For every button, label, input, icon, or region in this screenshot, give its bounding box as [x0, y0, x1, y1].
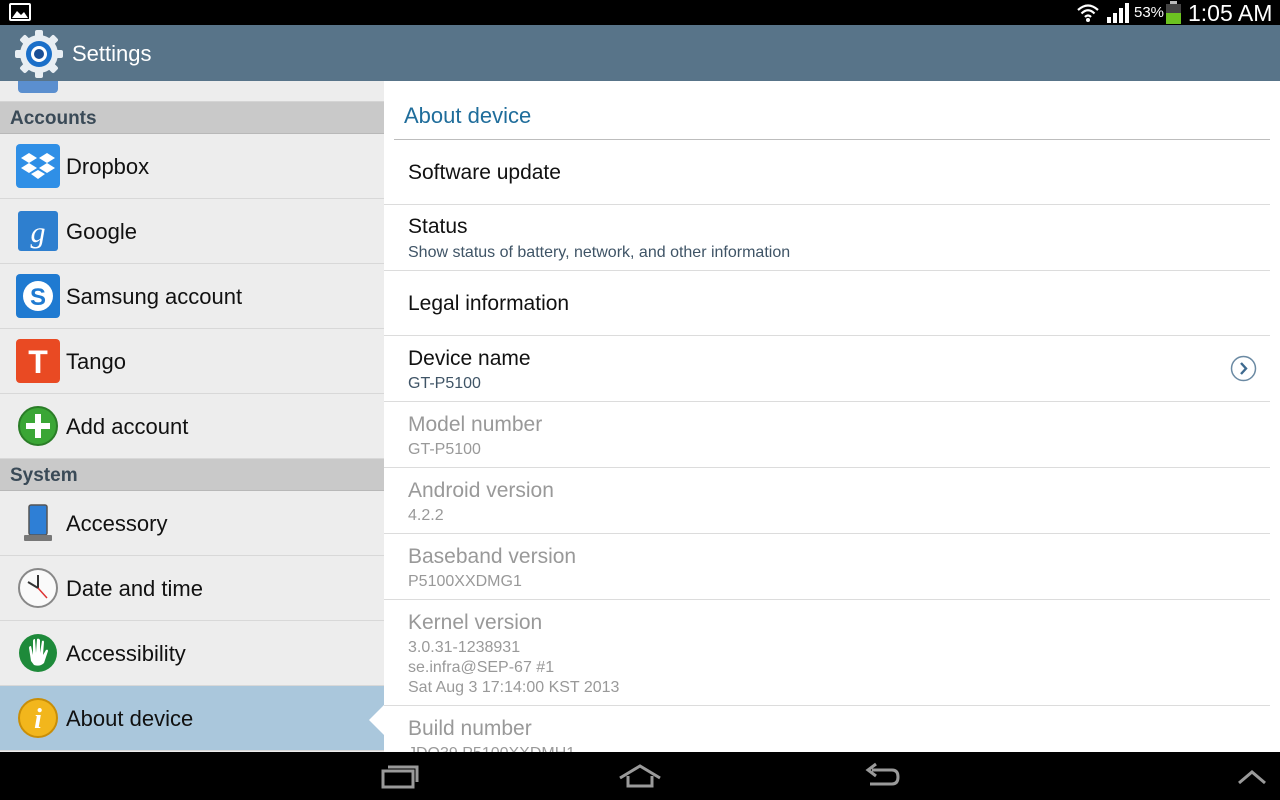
item-title: Kernel version: [408, 611, 543, 634]
item-summary: JDQ39.P5100XXDMH1: [408, 744, 575, 752]
gallery-icon: [9, 3, 31, 21]
back-icon[interactable]: [862, 762, 902, 790]
about-device-panel: About device Software update Status Show…: [384, 81, 1280, 752]
sidebar-item-add-account[interactable]: Add account: [0, 394, 384, 459]
sidebar-item-label: Samsung account: [66, 284, 243, 309]
samsung-account-icon: S: [16, 274, 60, 318]
item-summary: 4.2.2: [408, 507, 444, 524]
device-name-item[interactable]: Device name GT-P5100: [384, 336, 1270, 402]
software-update-item[interactable]: Software update: [384, 140, 1270, 205]
item-title: Device name: [408, 347, 531, 370]
build-number-item[interactable]: Build number JDQ39.P5100XXDMH1: [384, 706, 1270, 752]
hand-icon: [19, 634, 57, 672]
status-bar: 53% 1:05 AM: [0, 0, 1280, 26]
item-summary-line-1: 3.0.31-1238931: [408, 639, 521, 656]
section-header-accounts: Accounts: [0, 102, 384, 134]
sidebar-item-accessibility[interactable]: Accessibility: [0, 621, 384, 686]
item-summary: P5100XXDMG1: [408, 573, 522, 590]
sidebar-item-dropbox[interactable]: Dropbox: [0, 134, 384, 199]
battery-icon: [1166, 1, 1181, 24]
tango-icon: T: [16, 339, 60, 383]
accessory-icon: [24, 504, 52, 541]
dropbox-icon: [16, 144, 60, 188]
sidebar-item-label: Accessibility: [66, 641, 186, 666]
action-bar: Settings: [0, 25, 1280, 81]
item-summary: GT-P5100: [408, 375, 481, 392]
kernel-version-item: Kernel version 3.0.31-1238931 se.infra@S…: [384, 600, 1270, 706]
chevron-right-icon[interactable]: [1230, 355, 1257, 382]
add-icon: [18, 406, 58, 446]
sidebar-item-about-device[interactable]: i About device: [0, 686, 384, 751]
google-icon: g: [18, 211, 58, 251]
list-item-partial[interactable]: [0, 81, 384, 102]
info-icon: i: [18, 698, 58, 738]
app-title: Settings: [72, 41, 152, 66]
signal-icon: [1107, 3, 1129, 23]
item-title: Android version: [408, 479, 554, 502]
status-item[interactable]: Status Show status of battery, network, …: [384, 205, 1270, 271]
sidebar-item-accessory[interactable]: Accessory: [0, 491, 384, 556]
item-title: Build number: [408, 717, 532, 740]
sidebar-item-samsung-account[interactable]: S Samsung account: [0, 264, 384, 329]
sidebar-item-tango[interactable]: T Tango: [0, 329, 384, 394]
chevron-up-icon[interactable]: [1236, 768, 1268, 786]
android-version-item[interactable]: Android version 4.2.2: [384, 468, 1270, 534]
recent-apps-icon[interactable]: [380, 762, 420, 790]
settings-gear-icon[interactable]: [13, 28, 65, 80]
panel-title: About device: [404, 103, 532, 128]
sidebar-item-label: Add account: [66, 414, 189, 439]
clock-time: 1:05 AM: [1188, 0, 1273, 26]
item-summary: Show status of battery, network, and oth…: [408, 244, 791, 261]
sidebar-item-label: Dropbox: [66, 154, 150, 179]
legal-information-item[interactable]: Legal information: [384, 271, 1270, 336]
svg-text:i: i: [34, 704, 42, 735]
sidebar-item-label: Google: [66, 219, 137, 244]
battery-percent: 53%: [1134, 4, 1165, 21]
item-title: Baseband version: [408, 545, 577, 568]
item-title: Software update: [408, 161, 561, 184]
section-header-system: System: [0, 459, 384, 491]
sidebar-item-label: Accessory: [66, 511, 168, 536]
svg-text:T: T: [28, 344, 48, 380]
item-summary-line-3: Sat Aug 3 17:14:00 KST 2013: [408, 679, 620, 696]
home-icon[interactable]: [618, 762, 662, 790]
item-title: Model number: [408, 413, 543, 436]
wifi-icon: [1077, 4, 1099, 22]
item-summary-line-2: se.infra@SEP-67 #1: [408, 659, 555, 676]
svg-text:g: g: [31, 216, 46, 249]
item-summary: GT-P5100: [408, 441, 481, 458]
model-number-item: Model number GT-P5100: [384, 402, 1270, 468]
clock-icon: [18, 568, 58, 608]
baseband-version-item: Baseband version P5100XXDMG1: [384, 534, 1270, 600]
settings-categories-list[interactable]: Accounts Dropbox g Google S Samsung acco…: [0, 81, 384, 752]
sidebar-item-date-and-time[interactable]: Date and time: [0, 556, 384, 621]
selection-indicator: [369, 705, 384, 735]
sidebar-item-label: About device: [66, 706, 194, 731]
sidebar-item-label: Tango: [66, 349, 126, 374]
svg-text:S: S: [30, 284, 46, 311]
item-title: Status: [408, 215, 468, 238]
sidebar-item-label: Date and time: [66, 576, 203, 601]
navigation-bar: [0, 752, 1280, 800]
sidebar-item-google[interactable]: g Google: [0, 199, 384, 264]
item-title: Legal information: [408, 292, 570, 315]
